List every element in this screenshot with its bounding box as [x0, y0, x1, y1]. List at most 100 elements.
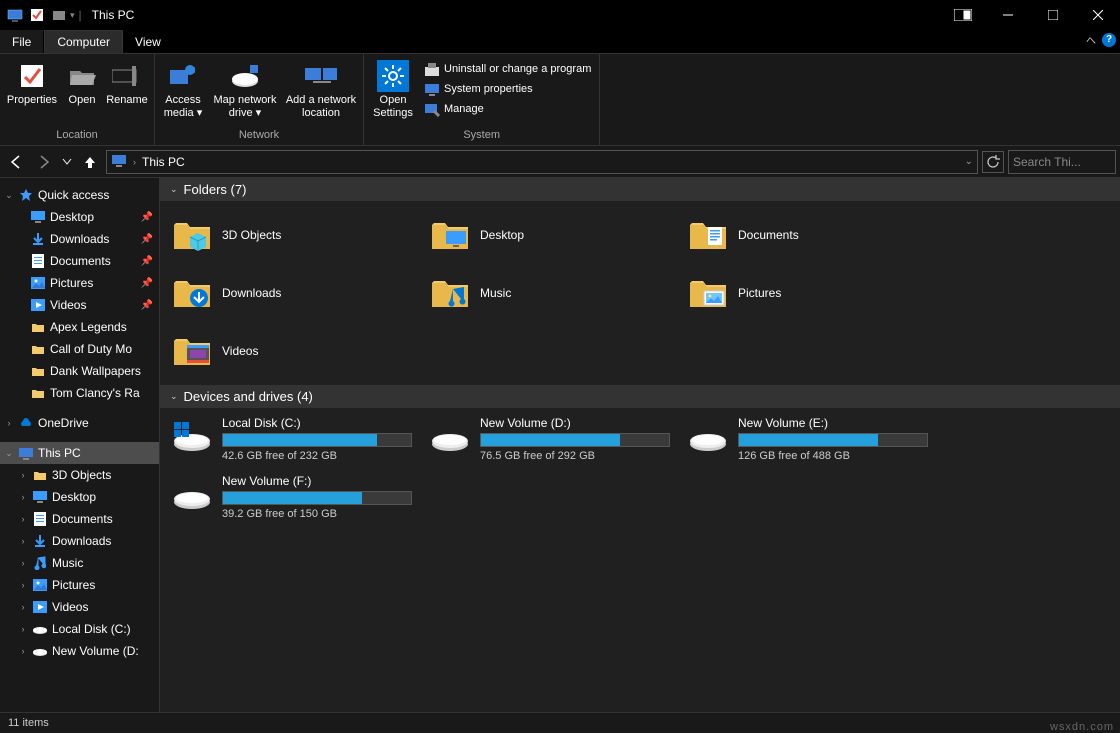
add-network-location-button[interactable]: Add a network location [283, 58, 359, 122]
drives-group-header[interactable]: ⌄ Devices and drives (4) [160, 385, 1120, 408]
sidebar-item-qa[interactable]: Documents 📌 [0, 250, 159, 272]
history-dropdown-icon[interactable] [60, 150, 74, 174]
qat-folder-icon[interactable] [51, 7, 67, 23]
help-icon[interactable]: ? [1102, 33, 1116, 47]
chevron-right-icon[interactable]: › [18, 624, 28, 634]
sidebar-item-pc[interactable]: › New Volume (D: [0, 640, 159, 662]
chevron-right-icon[interactable]: › [18, 470, 28, 480]
chevron-right-icon[interactable]: › [18, 558, 28, 568]
drive-icon [430, 416, 470, 456]
sidebar-item-pc[interactable]: › Music [0, 552, 159, 574]
open-settings-button[interactable]: Open Settings [368, 58, 418, 122]
desktop-icon [30, 209, 46, 225]
chevron-down-icon[interactable]: ⌄ [4, 448, 14, 459]
chevron-right-icon[interactable]: › [18, 580, 28, 590]
drive-icon [32, 643, 48, 659]
folder-item[interactable]: Pictures [688, 267, 938, 319]
refresh-button[interactable] [982, 151, 1004, 173]
sidebar-quick-access[interactable]: ⌄ Quick access [0, 184, 159, 206]
address-pc-icon [111, 152, 127, 171]
properties-button[interactable]: Properties [4, 58, 60, 109]
chevron-right-icon[interactable]: › [18, 646, 28, 656]
title-bar: ▾ | This PC [0, 0, 1120, 30]
sidebar-item-pc[interactable]: › Downloads [0, 530, 159, 552]
sidebar-item-qa[interactable]: Apex Legends [0, 316, 159, 338]
search-input[interactable]: Search Thi... [1008, 150, 1116, 174]
chevron-right-icon[interactable]: › [18, 536, 28, 546]
forward-button[interactable] [32, 150, 56, 174]
minimize-button[interactable] [985, 0, 1030, 30]
folder-item[interactable]: Videos [172, 325, 422, 377]
folder-icon [172, 273, 212, 313]
uninstall-program-button[interactable]: Uninstall or change a program [420, 60, 595, 78]
chevron-right-icon[interactable]: › [18, 514, 28, 524]
collapse-ribbon-icon[interactable]: へ [1086, 32, 1096, 47]
drive-item[interactable]: New Volume (F:) 39.2 GB free of 150 GB [172, 474, 422, 526]
sidebar-item-label: Desktop [50, 210, 94, 224]
tablet-mode-icon[interactable] [940, 0, 985, 30]
up-button[interactable] [78, 150, 102, 174]
sidebar-item-pc[interactable]: › Pictures [0, 574, 159, 596]
folder-item[interactable]: Music [430, 267, 680, 319]
folder-item[interactable]: Downloads [172, 267, 422, 319]
qat-dropdown-icon[interactable]: ▾ [70, 10, 75, 21]
sidebar-item-qa[interactable]: Call of Duty Mo [0, 338, 159, 360]
sidebar-item-pc[interactable]: › 3D Objects [0, 464, 159, 486]
tab-computer[interactable]: Computer [44, 30, 123, 53]
folder-icon [30, 319, 46, 335]
maximize-button[interactable] [1030, 0, 1075, 30]
sidebar-item-pc[interactable]: › Documents [0, 508, 159, 530]
access-media-button[interactable]: Access media ▾ [159, 58, 207, 122]
address-bar[interactable]: › This PC ⌄ [106, 150, 978, 174]
sidebar-item-qa[interactable]: Dank Wallpapers [0, 360, 159, 382]
chevron-down-icon[interactable]: ⌄ [4, 190, 14, 201]
sidebar-item-qa[interactable]: Videos 📌 [0, 294, 159, 316]
sidebar-item-qa[interactable]: Desktop 📌 [0, 206, 159, 228]
folders-group-header[interactable]: ⌄ Folders (7) [160, 178, 1120, 201]
sidebar-item-qa[interactable]: Downloads 📌 [0, 228, 159, 250]
sidebar-this-pc[interactable]: ⌄ This PC [0, 442, 159, 464]
folder-item[interactable]: Desktop [430, 209, 680, 261]
sidebar-item-label: Documents [50, 254, 111, 268]
drive-item[interactable]: New Volume (D:) 76.5 GB free of 292 GB [430, 416, 680, 468]
sidebar-onedrive[interactable]: › OneDrive [0, 412, 159, 434]
tab-file[interactable]: File [0, 30, 44, 53]
qat-props-icon[interactable] [29, 7, 45, 23]
pictures-icon [32, 577, 48, 593]
sidebar-item-pc[interactable]: › Desktop [0, 486, 159, 508]
tab-view[interactable]: View [123, 30, 174, 53]
chevron-right-icon[interactable]: › [18, 602, 28, 612]
drive-usage-bar [222, 491, 412, 505]
back-button[interactable] [4, 150, 28, 174]
chevron-right-icon[interactable]: › [18, 492, 28, 502]
folder-icon [430, 215, 470, 255]
folder-icon [688, 273, 728, 313]
close-button[interactable] [1075, 0, 1120, 30]
address-path: This PC [142, 155, 185, 169]
folder-icon [172, 331, 212, 371]
pc-icon [18, 445, 34, 461]
cloud-icon [18, 415, 34, 431]
manage-button[interactable]: Manage [420, 100, 595, 118]
sidebar-item-label: Videos [52, 600, 88, 614]
drive-icon [688, 416, 728, 456]
sidebar-item-pc[interactable]: › Videos [0, 596, 159, 618]
system-properties-button[interactable]: System properties [420, 80, 595, 98]
map-network-drive-button[interactable]: Map network drive ▾ [209, 58, 281, 122]
folder-item[interactable]: Documents [688, 209, 938, 261]
rename-button[interactable]: Rename [104, 58, 150, 109]
chevron-down-icon: ⌄ [170, 391, 178, 402]
folder-item[interactable]: 3D Objects [172, 209, 422, 261]
open-button[interactable]: Open [62, 58, 102, 109]
chevron-right-icon[interactable]: › [4, 418, 14, 428]
chevron-right-icon[interactable]: › [133, 157, 136, 167]
drive-item[interactable]: Local Disk (C:) 42.6 GB free of 232 GB [172, 416, 422, 468]
sidebar-item-pc[interactable]: › Local Disk (C:) [0, 618, 159, 640]
sidebar-item-qa[interactable]: Tom Clancy's Ra [0, 382, 159, 404]
drive-item[interactable]: New Volume (E:) 126 GB free of 488 GB [688, 416, 938, 468]
drive-free-text: 76.5 GB free of 292 GB [480, 450, 680, 462]
documents-icon [32, 511, 48, 527]
address-dropdown-icon[interactable]: ⌄ [965, 156, 973, 167]
sidebar-item-qa[interactable]: Pictures 📌 [0, 272, 159, 294]
sidebar-item-label: Apex Legends [50, 320, 127, 334]
